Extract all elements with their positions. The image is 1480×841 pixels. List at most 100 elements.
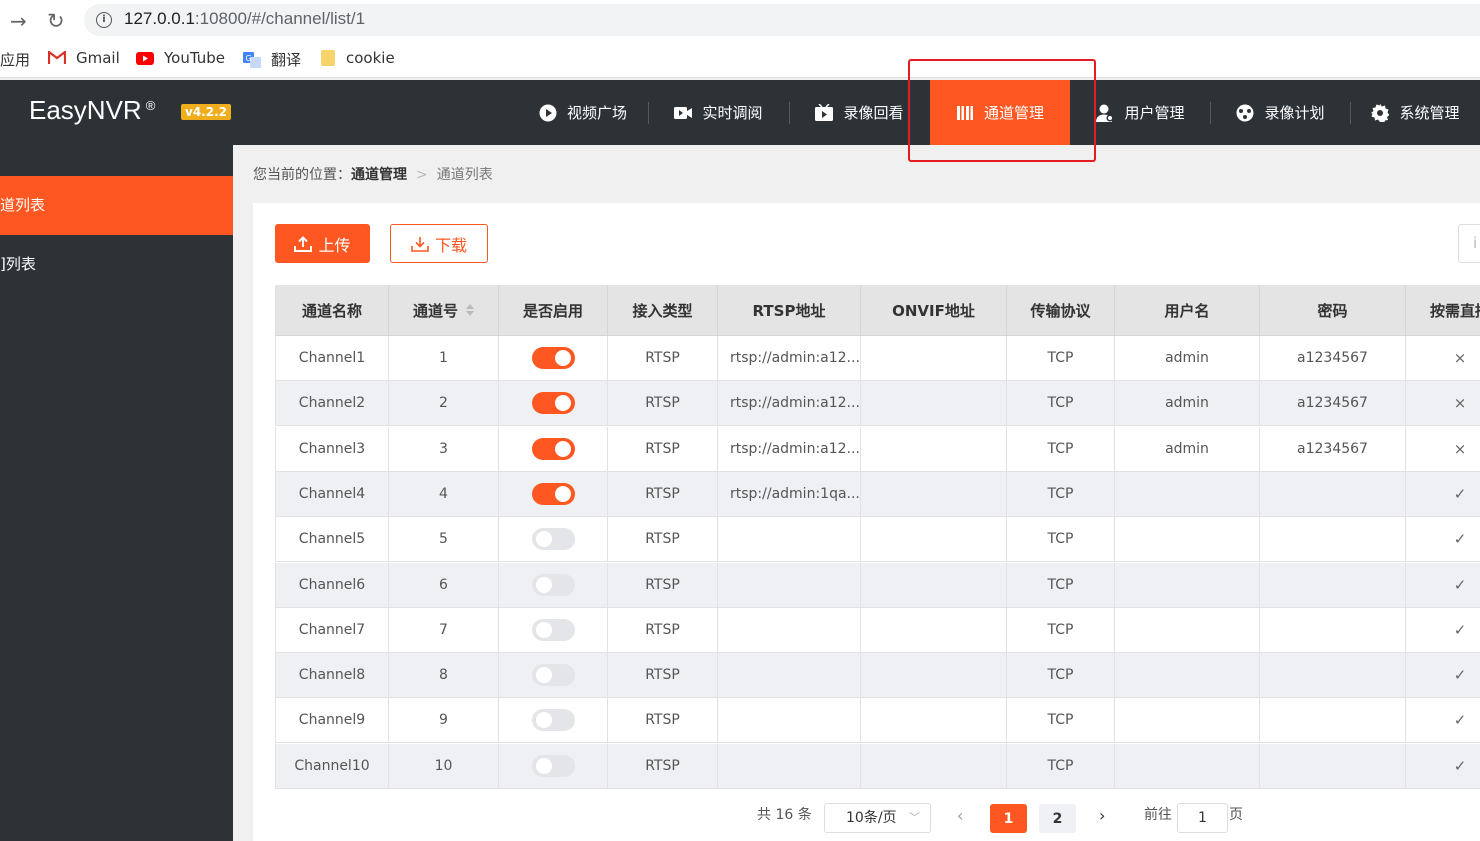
- enable-toggle[interactable]: [531, 664, 575, 687]
- table-row[interactable]: Channel7 7 RTSP TCP ✓: [275, 607, 1480, 653]
- partial-toolbar-button[interactable]: i: [1458, 224, 1480, 263]
- cell-access-type: RTSP: [608, 743, 718, 789]
- url-field[interactable]: i 127.0.0.1:10800/#/channel/list/1: [84, 4, 1480, 36]
- toggle-knob: [554, 485, 571, 502]
- upload-icon: [294, 235, 313, 252]
- enable-toggle[interactable]: [531, 709, 575, 732]
- schedule-icon: [1236, 104, 1254, 121]
- cell-rtsp-url: [718, 517, 861, 563]
- download-icon: [411, 236, 429, 252]
- prev-page-icon[interactable]: ‹: [957, 806, 963, 825]
- page-button-1[interactable]: 1: [990, 804, 1027, 833]
- check-icon: ✓: [1453, 756, 1467, 775]
- bookmark-apps[interactable]: 应用: [0, 49, 30, 70]
- download-button[interactable]: 下载: [390, 224, 488, 263]
- upload-button[interactable]: 上传: [275, 224, 370, 263]
- cell-rtsp-url: rtsp://admin:1qa...: [718, 471, 861, 517]
- cell-username: [1115, 743, 1260, 789]
- sidebar-item-list[interactable]: ]列表: [0, 235, 233, 294]
- enable-toggle[interactable]: [531, 437, 575, 460]
- info-icon[interactable]: i: [96, 12, 112, 28]
- nav-channel-management[interactable]: 通道管理: [930, 80, 1070, 145]
- enable-toggle[interactable]: [531, 392, 575, 415]
- table-row[interactable]: Channel6 6 RTSP TCP ✓: [275, 562, 1480, 608]
- cell-on-demand: ×: [1406, 381, 1480, 427]
- reload-icon[interactable]: ↻: [47, 9, 65, 33]
- toggle-knob: [535, 712, 552, 729]
- column-header-access-type: 接入类型: [608, 285, 718, 336]
- brand-logo[interactable]: EasyNVR ®: [29, 95, 155, 126]
- user-icon: [1096, 104, 1114, 122]
- enable-toggle[interactable]: [531, 754, 575, 777]
- table-row[interactable]: Channel3 3 RTSP rtsp://admin:a12... TCP admin…: [275, 426, 1480, 472]
- table-row[interactable]: Channel4 4 RTSP rtsp://admin:1qa... TCP ✓: [275, 471, 1480, 517]
- cell-username: [1115, 653, 1260, 699]
- next-page-icon[interactable]: ›: [1099, 806, 1105, 825]
- enable-toggle[interactable]: [531, 573, 575, 596]
- enable-toggle[interactable]: [531, 618, 575, 641]
- bookmark-gmail[interactable]: Gmail: [48, 49, 120, 67]
- back-arrow-icon[interactable]: →: [10, 9, 27, 33]
- cell-rtsp-url: [718, 562, 861, 608]
- translate-icon: G: [243, 51, 261, 68]
- cell-on-demand: ✓: [1406, 472, 1480, 517]
- nav-video-plaza[interactable]: 视频广场: [518, 80, 648, 145]
- cell-onvif-url: [861, 607, 1007, 653]
- cell-rtsp-url: [718, 653, 861, 699]
- column-header-password: 密码: [1260, 285, 1406, 336]
- nav-live-view[interactable]: 实时调阅: [649, 80, 788, 145]
- cell-onvif-url: [861, 743, 1007, 789]
- page-size-select[interactable]: 10条/页 ﹀: [824, 803, 931, 833]
- table-row[interactable]: Channel9 9 RTSP TCP ✓: [275, 698, 1480, 744]
- table-row[interactable]: Channel5 5 RTSP TCP ✓: [275, 517, 1480, 563]
- cell-enabled: [499, 471, 608, 517]
- enable-toggle[interactable]: [531, 482, 575, 505]
- enable-toggle[interactable]: [531, 528, 575, 551]
- check-icon: ✓: [1453, 666, 1467, 685]
- sidebar-item-channel-list[interactable]: 道列表: [0, 176, 233, 235]
- table-row[interactable]: Channel2 2 RTSP rtsp://admin:a12... TCP admin…: [275, 381, 1480, 427]
- cell-username: [1115, 698, 1260, 744]
- bookmark-cookie[interactable]: cookie: [320, 49, 395, 67]
- cell-name: Channel10: [275, 743, 389, 789]
- cell-onvif-url: [861, 426, 1007, 472]
- cell-username: admin: [1115, 426, 1260, 472]
- bookmark-youtube[interactable]: YouTube: [136, 49, 225, 67]
- enable-toggle[interactable]: [531, 347, 575, 369]
- cell-enabled: [499, 653, 608, 699]
- bookmark-translate[interactable]: G 翻译: [243, 49, 301, 70]
- cell-rtsp-url: [718, 698, 861, 744]
- cell-number: 5: [389, 517, 499, 563]
- app-header: EasyNVR ® v4.2.2 视频广场 实时调阅 录像回看 通道管理 用户管理…: [0, 80, 1480, 145]
- cell-protocol: TCP: [1007, 607, 1115, 653]
- cell-password: a1234567: [1260, 336, 1406, 381]
- cell-enabled: [499, 336, 608, 381]
- cell-enabled: [499, 517, 608, 563]
- cell-on-demand: ✓: [1406, 698, 1480, 744]
- cell-number: 3: [389, 426, 499, 472]
- cell-onvif-url: [861, 698, 1007, 744]
- sidebar: 道列表 ]列表: [0, 145, 233, 841]
- cell-username: admin: [1115, 381, 1260, 427]
- nav-playback[interactable]: 录像回看: [790, 80, 929, 145]
- pagination-total: 共 16 条: [757, 807, 812, 823]
- sort-icon[interactable]: [466, 304, 474, 316]
- toggle-knob: [554, 395, 571, 412]
- nav-user-management[interactable]: 用户管理: [1071, 80, 1210, 145]
- table-row[interactable]: Channel10 10 RTSP TCP ✓: [275, 743, 1480, 789]
- svg-text:G: G: [246, 54, 252, 63]
- column-header-number[interactable]: 通道号: [389, 285, 499, 336]
- table-row[interactable]: Channel8 8 RTSP TCP ✓: [275, 653, 1480, 699]
- cell-password: a1234567: [1260, 426, 1406, 472]
- table-row[interactable]: Channel1 1 RTSP rtsp://admin:a12... TCP admin…: [275, 336, 1480, 381]
- page-button-2[interactable]: 2: [1039, 804, 1076, 833]
- check-icon: ✓: [1453, 484, 1467, 503]
- column-header-rtsp-url: RTSP地址: [718, 285, 861, 336]
- nav-system-management[interactable]: 系统管理: [1351, 80, 1480, 145]
- cell-onvif-url: [861, 381, 1007, 427]
- nav-recording-schedule[interactable]: 录像计划: [1211, 80, 1350, 145]
- check-icon: ✓: [1453, 575, 1467, 594]
- cell-enabled: [499, 607, 608, 653]
- goto-page-input[interactable]: 1: [1177, 803, 1228, 833]
- breadcrumb-parent[interactable]: 通道管理: [351, 167, 407, 183]
